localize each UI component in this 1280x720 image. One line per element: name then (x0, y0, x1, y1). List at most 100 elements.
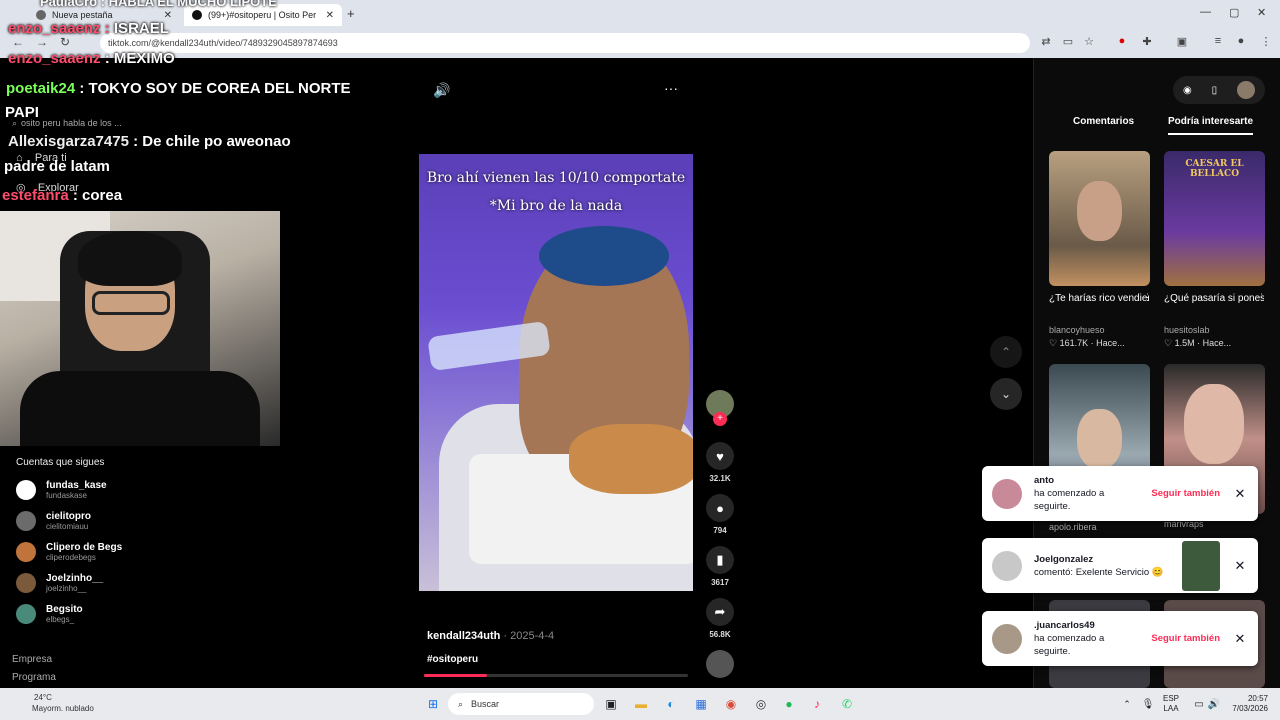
profile-avatar[interactable]: ● (1234, 35, 1248, 49)
previous-video-button[interactable]: ⌃ (990, 336, 1022, 368)
recommendation-channel[interactable]: huesitoslab (1164, 325, 1210, 335)
share-button[interactable]: ➦ 56.8K (704, 598, 736, 639)
next-video-button[interactable]: ⌄ (990, 378, 1022, 410)
account-item[interactable]: Begsito elbegs_ (16, 604, 83, 624)
account-item[interactable]: fundas_kase fundaskase (16, 480, 107, 500)
close-icon[interactable]: ✕ (164, 10, 172, 21)
author-avatar[interactable]: + (704, 390, 736, 426)
close-icon[interactable]: ✕ (1232, 486, 1248, 502)
video-author[interactable]: kendall234uth · 2025-4-4 (427, 630, 554, 642)
bookmark-star-icon[interactable]: ☆ (1082, 35, 1096, 49)
comment-button[interactable]: ● 794 (704, 494, 736, 535)
windows-start-icon[interactable]: ⊞ (424, 695, 442, 713)
spotify-icon[interactable]: ● (780, 695, 798, 713)
streamer-shirt (20, 371, 260, 446)
follow-back-button[interactable]: Seguir también (1151, 633, 1220, 644)
account-handle: fundaskase (46, 491, 87, 500)
comment-icon: ● (706, 494, 734, 522)
extensions-icon[interactable]: ✚ (1140, 35, 1154, 49)
sound-disc[interactable] (704, 650, 736, 678)
account-item[interactable]: cielitopro cielitomiauu (16, 511, 91, 531)
chat-message: padre de latam (4, 158, 110, 175)
whatsapp-icon[interactable]: ✆ (838, 695, 856, 713)
video-progress-bar[interactable] (424, 674, 688, 677)
tab-podria-interesarte[interactable]: Podría interesarte (1168, 116, 1254, 135)
avatar (992, 623, 1022, 654)
notification-toast[interactable]: anto ha comenzado a seguirte. Seguir tamb… (982, 466, 1258, 521)
profile-avatar[interactable] (1237, 81, 1256, 99)
notification-toast[interactable]: Joelgonzalez comentó: Exelente Servicio 😊… (982, 538, 1258, 593)
reload-icon[interactable]: ↻ (60, 35, 70, 49)
chevron-up-icon[interactable]: ⌃ (1118, 695, 1136, 713)
account-name: Clipero de Begs (46, 542, 123, 553)
recommendation-channel[interactable]: apolo.ribera (1049, 522, 1097, 532)
more-options-icon[interactable]: ⋮ (1143, 292, 1152, 303)
recommendation-stats: ♡ 1.5M · Hace... (1164, 338, 1232, 348)
food (569, 424, 693, 494)
more-icon[interactable]: ··· (664, 80, 678, 96)
notification-user: anto (1034, 475, 1055, 486)
chat-separator: : (128, 133, 143, 150)
footer-link-programa[interactable]: Programa (12, 672, 56, 683)
obs-icon[interactable]: ◎ (752, 695, 770, 713)
notification-toast[interactable]: .juancarlos49 ha comenzado a seguirte. Se… (982, 611, 1258, 666)
footer-link-empresa[interactable]: Empresa (12, 654, 52, 665)
heart-icon: ♥ (706, 442, 734, 470)
recommendation-channel[interactable]: blancoyhueso (1049, 325, 1105, 335)
recommendation-thumbnail[interactable] (1049, 151, 1150, 286)
account-item[interactable]: Clipero de Begs cliperodebegs (16, 542, 122, 562)
task-view-icon[interactable]: ▣ (602, 695, 620, 713)
translate-icon[interactable]: ⇄ (1039, 35, 1053, 49)
follow-plus-icon[interactable]: + (713, 412, 727, 426)
tab-label: (99+)#ositoperu | Osito Per (208, 10, 317, 20)
account-item[interactable]: Joelzinho__ joelzinho__ (16, 573, 103, 593)
opera-extension-icon[interactable]: ● (1115, 35, 1129, 49)
clock[interactable]: 20:57 7/03/2026 (1220, 694, 1268, 714)
reading-list-icon[interactable]: ≡ (1211, 35, 1225, 49)
url-text: tiktok.com/@kendall234uth/video/74893290… (108, 38, 338, 48)
tab-comentarios[interactable]: Comentarios (1073, 116, 1134, 127)
store-icon[interactable]: ▦ (692, 695, 710, 713)
language-indicator[interactable]: ESP LAA (1163, 694, 1179, 714)
hashtag-link[interactable]: #ositoperu (427, 654, 478, 665)
webcam-overlay (0, 211, 280, 446)
new-tab-button[interactable]: + (347, 6, 355, 21)
device-icon[interactable]: ▯ (1212, 85, 1218, 96)
panel-tools: ◉ ▯ (1173, 76, 1265, 104)
forward-icon[interactable]: → (36, 35, 48, 49)
minimize-button[interactable]: — (1200, 6, 1211, 18)
explore-icon[interactable]: ◉ (1183, 85, 1192, 96)
close-icon[interactable]: ✕ (326, 10, 334, 21)
microphone-icon[interactable]: 🎙 (1139, 695, 1157, 713)
volume-icon[interactable]: 🔊 (433, 82, 450, 99)
comment-thumbnail[interactable] (1182, 540, 1220, 591)
maximize-button[interactable]: ▢ (1229, 6, 1239, 19)
back-icon[interactable]: ← (12, 35, 24, 49)
menu-icon[interactable]: ⋮ (1259, 35, 1273, 49)
tiktok-icon[interactable]: ♪ (808, 695, 826, 713)
close-icon[interactable]: ✕ (1232, 558, 1248, 574)
screenshot-icon[interactable]: ▣ (1175, 35, 1189, 49)
edge-icon[interactable]: ◐ (662, 695, 680, 713)
chat-message: estefanra : corea (2, 187, 122, 204)
account-name: fundas_kase (46, 480, 107, 491)
weather-widget[interactable]: 24°C Mayorm. nublado (12, 692, 94, 714)
recommendation-title[interactable]: ¿Te harías rico vendiendo cevic... (1049, 293, 1149, 304)
recommendation-thumbnail[interactable]: CAESAR EL BELLACO (1164, 151, 1265, 286)
close-icon[interactable]: ✕ (1232, 631, 1248, 647)
cast-icon[interactable]: ▭ (1061, 35, 1075, 49)
address-bar[interactable]: tiktok.com/@kendall234uth/video/74893290… (100, 33, 1030, 53)
recommendation-title[interactable]: ¿Qué pasaría si pones Esclava... (1164, 293, 1264, 304)
share-count: 56.8K (709, 630, 731, 639)
video-player[interactable]: Bro ahí vienen las 10/10 comportate *Mi … (419, 154, 693, 591)
taskbar-search[interactable]: ⌕ Buscar (448, 693, 594, 715)
more-options-icon[interactable]: ⋮ (1257, 292, 1266, 303)
chevron-up-icon: ⌃ (1000, 345, 1012, 359)
file-explorer-icon[interactable]: ▬ (632, 695, 650, 713)
close-window-button[interactable]: ✕ (1257, 6, 1266, 19)
like-button[interactable]: ♥ 32.1K (704, 442, 736, 483)
follow-back-button[interactable]: Seguir también (1151, 488, 1220, 499)
avatar (16, 480, 36, 500)
chrome-icon[interactable]: ◉ (722, 695, 740, 713)
save-button[interactable]: ▮ 3617 (704, 546, 736, 587)
